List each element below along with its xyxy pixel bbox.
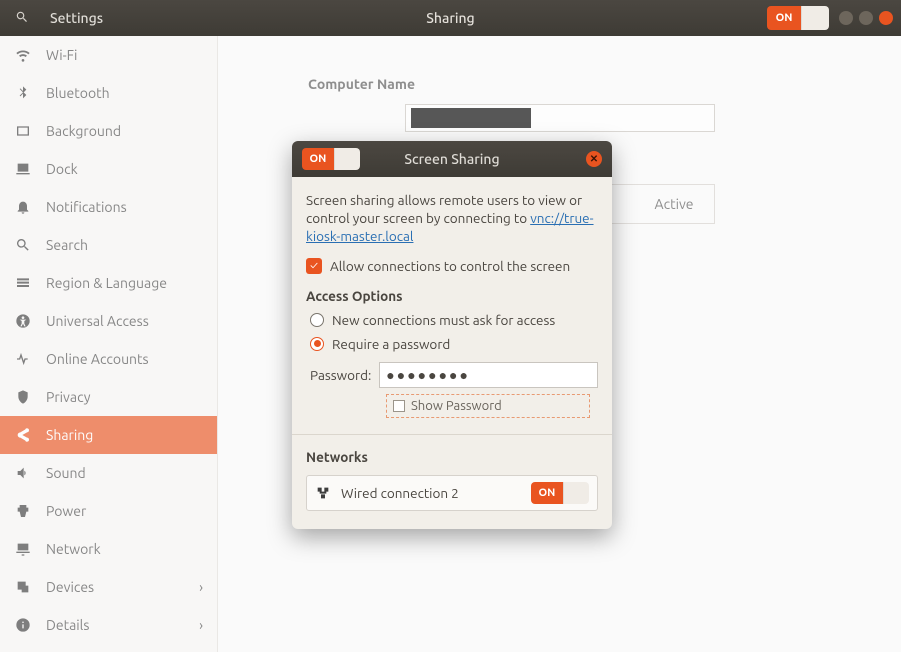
computer-name-redacted (411, 108, 531, 128)
toggle-on-label: ON (531, 482, 563, 504)
privacy-icon (14, 388, 32, 406)
network-row: Wired connection 2 ON (306, 475, 598, 511)
window-controls (839, 11, 893, 25)
sidebar-item-details[interactable]: Details › (0, 606, 217, 644)
chevron-right-icon: › (199, 579, 203, 595)
show-password-row: Show Password (386, 394, 590, 418)
allow-control-checkbox[interactable]: ✓ (306, 258, 322, 274)
radio-ask-access[interactable] (310, 313, 324, 327)
sidebar-item-label: Universal Access (46, 313, 149, 329)
allow-control-label: Allow connections to control the screen (330, 258, 570, 274)
sidebar-item-notifications[interactable]: Notifications (0, 188, 217, 226)
sidebar-item-universal-access[interactable]: Universal Access (0, 302, 217, 340)
background-icon (14, 122, 32, 140)
networks-heading: Networks (306, 449, 598, 465)
sidebar-item-label: Online Accounts (46, 351, 149, 367)
maximize-icon[interactable] (859, 11, 873, 25)
sidebar-item-privacy[interactable]: Privacy (0, 378, 217, 416)
search-icon (15, 10, 29, 27)
sidebar-item-label: Dock (46, 161, 78, 177)
sidebar-item-label: Wi-Fi (46, 47, 77, 63)
app-name: Settings (50, 10, 103, 26)
sidebar-item-dock[interactable]: Dock (0, 150, 217, 188)
network-icon (14, 540, 32, 558)
sidebar-item-search[interactable]: Search (0, 226, 217, 264)
wired-network-icon (315, 485, 331, 501)
sidebar-item-network[interactable]: Network (0, 530, 217, 568)
toggle-on-label: ON (767, 6, 801, 30)
online-accounts-icon (14, 350, 32, 368)
page-title: Sharing (426, 10, 474, 26)
search-icon (14, 236, 32, 254)
toggle-knob (563, 482, 589, 504)
sidebar-item-online-accounts[interactable]: Online Accounts (0, 340, 217, 378)
computer-name-input[interactable] (405, 104, 715, 132)
bluetooth-icon (14, 84, 32, 102)
power-icon (14, 502, 32, 520)
network-toggle[interactable]: ON (531, 482, 589, 504)
details-icon (14, 616, 32, 634)
sidebar-item-sharing[interactable]: Sharing (0, 416, 217, 454)
sidebar-item-bluetooth[interactable]: Bluetooth (0, 74, 217, 112)
sidebar-item-power[interactable]: Power (0, 492, 217, 530)
sidebar-item-label: Background (46, 123, 121, 139)
dialog-close-button[interactable]: ✕ (586, 151, 602, 167)
status-active: Active (654, 196, 693, 212)
sidebar-item-label: Power (46, 503, 86, 519)
toggle-on-label: ON (302, 148, 334, 170)
dialog-description: Screen sharing allows remote users to vi… (306, 191, 598, 246)
sidebar-item-label: Devices (46, 579, 94, 595)
sidebar-item-label: Bluetooth (46, 85, 110, 101)
sidebar-item-label: Sound (46, 465, 86, 481)
screen-sharing-dialog: ON Screen Sharing ✕ Screen sharing allow… (292, 141, 612, 529)
sidebar-item-sound[interactable]: Sound (0, 454, 217, 492)
devices-icon (14, 578, 32, 596)
sidebar-item-region-language[interactable]: Region & Language (0, 264, 217, 302)
sidebar-item-label: Notifications (46, 199, 127, 215)
sidebar-item-label: Region & Language (46, 275, 167, 291)
dialog-title: Screen Sharing (404, 151, 499, 167)
bell-icon (14, 198, 32, 216)
password-input[interactable]: ●●●●●●●● (379, 362, 598, 388)
sidebar-item-background[interactable]: Background (0, 112, 217, 150)
share-icon (14, 426, 32, 444)
network-name: Wired connection 2 (341, 485, 459, 501)
minimize-icon[interactable] (839, 11, 853, 25)
toggle-knob (334, 148, 360, 170)
show-password-label: Show Password (411, 399, 502, 413)
chevron-right-icon: › (199, 617, 203, 633)
radio-ask-label: New connections must ask for access (332, 312, 555, 328)
radio-password-label: Require a password (332, 336, 450, 352)
show-password-checkbox[interactable] (393, 400, 405, 412)
sidebar-item-label: Network (46, 541, 101, 557)
app-header: Settings Sharing ON (0, 0, 901, 36)
toggle-knob (801, 6, 829, 30)
sidebar-item-label: Sharing (46, 427, 93, 443)
sidebar-item-devices[interactable]: Devices › (0, 568, 217, 606)
radio-require-password[interactable] (310, 337, 324, 351)
sidebar-item-label: Privacy (46, 389, 90, 405)
dock-icon (14, 160, 32, 178)
region-icon (14, 274, 32, 292)
sidebar: Wi-Fi Bluetooth Background Dock Notifica… (0, 36, 218, 652)
accessibility-icon (14, 312, 32, 330)
close-icon[interactable] (879, 11, 893, 25)
dialog-header: ON Screen Sharing ✕ (292, 141, 612, 177)
sidebar-item-label: Search (46, 237, 88, 253)
password-label: Password: (310, 367, 371, 383)
sound-icon (14, 464, 32, 482)
close-icon: ✕ (590, 153, 598, 165)
sidebar-item-wifi[interactable]: Wi-Fi (0, 36, 217, 74)
password-mask: ●●●●●●●● (386, 367, 470, 383)
wifi-icon (14, 46, 32, 64)
divider (292, 434, 612, 435)
sidebar-item-label: Details (46, 617, 89, 633)
screen-sharing-toggle[interactable]: ON (302, 148, 360, 170)
access-options-heading: Access Options (306, 288, 598, 304)
computer-name-label: Computer Name (308, 76, 841, 92)
search-button[interactable] (8, 4, 36, 32)
sharing-master-toggle[interactable]: ON (767, 6, 829, 30)
